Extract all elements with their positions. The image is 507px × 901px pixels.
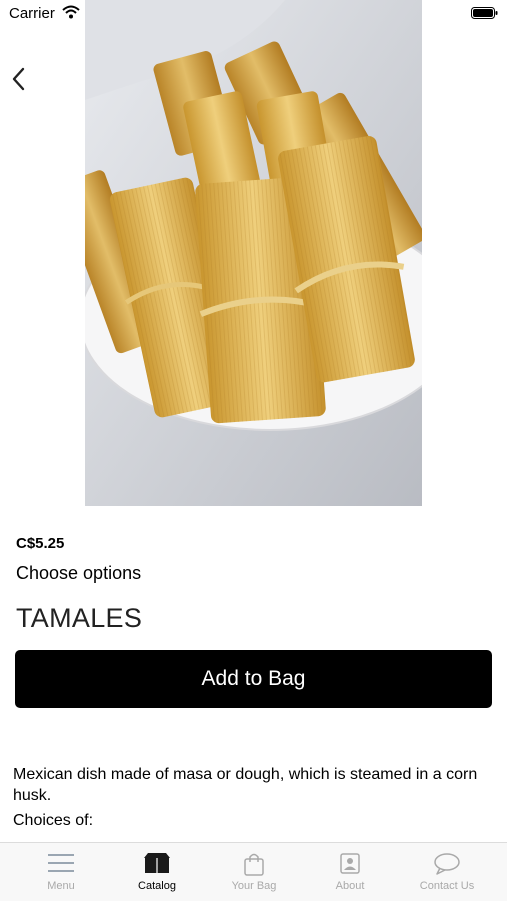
tab-contact-us-label: Contact Us <box>419 880 475 892</box>
tab-catalog-label: Catalog <box>138 880 176 892</box>
tab-menu-label: Menu <box>47 880 75 892</box>
about-icon <box>340 853 360 874</box>
tab-bar: Menu Catalog Your Bag About Contact Us <box>0 842 507 901</box>
chat-icon <box>434 853 460 875</box>
tab-menu[interactable]: Menu <box>11 843 111 901</box>
tab-your-bag-label: Your Bag <box>231 880 277 892</box>
add-to-bag-button[interactable]: Add to Bag <box>15 650 492 708</box>
bag-icon <box>244 853 264 876</box>
tab-contact-us[interactable]: Contact Us <box>397 843 497 901</box>
battery-icon <box>471 7 498 19</box>
tab-about-label: About <box>335 880 365 892</box>
product-image <box>85 0 422 506</box>
hamburger-icon <box>48 854 74 872</box>
chevron-left-icon <box>12 67 25 91</box>
choose-options-link[interactable]: Choose options <box>16 563 141 584</box>
product-price: C$5.25 <box>16 535 65 552</box>
tab-about[interactable]: About <box>300 843 400 901</box>
tab-catalog[interactable]: Catalog <box>107 843 207 901</box>
product-description: Mexican dish made of masa or dough, whic… <box>13 766 478 804</box>
catalog-icon <box>144 853 170 873</box>
tab-your-bag[interactable]: Your Bag <box>204 843 304 901</box>
product-title: TAMALES <box>16 603 143 633</box>
choices-label: Choices of: <box>13 812 94 829</box>
back-button[interactable] <box>6 63 34 95</box>
